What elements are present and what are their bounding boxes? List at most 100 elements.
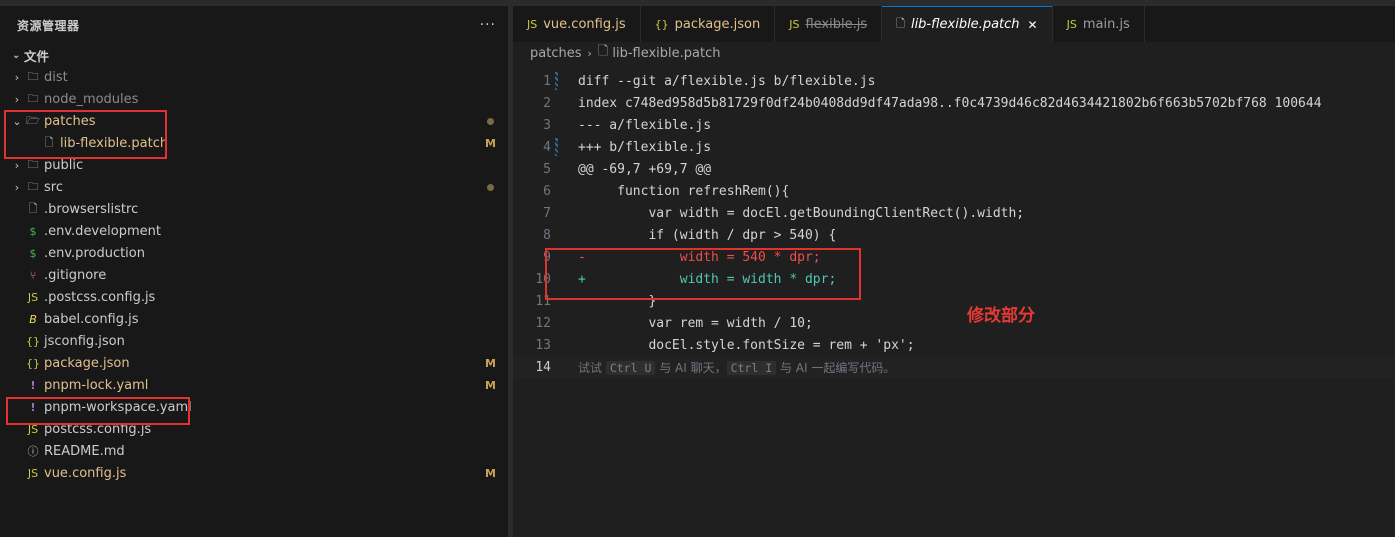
code-text: diff --git a/flexible.js b/flexible.js bbox=[578, 73, 876, 89]
tree-item[interactable]: ⑂ .gitignore bbox=[0, 264, 508, 286]
code-line: 8 if (width / dpr > 540) { bbox=[513, 224, 1395, 246]
git-icon: ⑂ bbox=[29, 268, 37, 282]
breadcrumb-file[interactable]: lib-flexible.patch bbox=[612, 46, 720, 61]
code-text: } bbox=[578, 293, 657, 309]
code-text: + width = width * dpr; bbox=[578, 271, 837, 287]
tree-item[interactable]: $ .env.production bbox=[0, 242, 508, 264]
tree-item[interactable]: › 🗀 public bbox=[0, 154, 508, 176]
line-number: 5 bbox=[543, 161, 551, 177]
tree-item[interactable]: ! pnpm-workspace.yaml bbox=[0, 396, 508, 418]
line-number: 3 bbox=[543, 117, 551, 133]
tree-item[interactable]: ⌄ 🗁 patches bbox=[0, 110, 508, 132]
line-number: 2 bbox=[543, 95, 551, 111]
tree-item-label: .browserslistrc bbox=[44, 201, 139, 217]
code-line: 12 var rem = width / 10; bbox=[513, 312, 1395, 334]
tree-item-label: src bbox=[44, 179, 63, 195]
folder-open-icon: 🗁 bbox=[26, 113, 40, 127]
ai-chat-hint: 试试 Ctrl U 与 AI 聊天， Ctrl I 与 AI 一起编写代码。 bbox=[578, 359, 895, 376]
code-line: 11 } bbox=[513, 290, 1395, 312]
tree-item-label: .env.development bbox=[44, 223, 161, 239]
line-number: 1 bbox=[543, 73, 551, 89]
tree-item[interactable]: › 🗀 node_modules bbox=[0, 88, 508, 110]
gutter bbox=[551, 114, 578, 136]
more-actions-icon[interactable]: ··· bbox=[480, 17, 496, 33]
gutter bbox=[551, 70, 578, 92]
json-icon: {} bbox=[26, 356, 40, 370]
tree-item[interactable]: JS postcss.config.js bbox=[0, 418, 508, 440]
javascript-icon: JS bbox=[789, 17, 800, 31]
code-text: function refreshRem(){ bbox=[578, 183, 790, 199]
workspace-root[interactable]: ⌄ 文件 bbox=[0, 44, 508, 66]
tree-item-label: .postcss.config.js bbox=[44, 289, 156, 305]
javascript-icon: JS bbox=[1066, 17, 1077, 31]
change-marker bbox=[555, 72, 558, 90]
tree-item-label: dist bbox=[44, 69, 68, 85]
gutter bbox=[551, 202, 578, 224]
explorer-header: 资源管理器 ··· bbox=[0, 6, 508, 44]
tree-item[interactable]: 🗋 .browserslistrc bbox=[0, 198, 508, 220]
change-marker bbox=[555, 138, 558, 156]
file-icon: 🗋 bbox=[28, 201, 38, 215]
code-line: 1 diff --git a/flexible.js b/flexible.js bbox=[513, 70, 1395, 92]
tree-item-label: .env.production bbox=[44, 245, 145, 261]
code-text: @@ -69,7 +69,7 @@ bbox=[578, 161, 712, 177]
code-text: --- a/flexible.js bbox=[578, 117, 712, 133]
javascript-icon: JS bbox=[27, 422, 39, 436]
file-icon: 🗋 bbox=[896, 17, 905, 30]
tree-item[interactable]: JS vue.config.js M bbox=[0, 462, 508, 484]
explorer-title: 资源管理器 bbox=[17, 18, 80, 33]
tree-item[interactable]: {} package.json M bbox=[0, 352, 508, 374]
dollar-icon: $ bbox=[29, 224, 37, 238]
gutter bbox=[551, 290, 578, 312]
gutter bbox=[551, 92, 578, 114]
tree-item[interactable]: $ .env.development bbox=[0, 220, 508, 242]
tree-item[interactable]: JS .postcss.config.js bbox=[0, 286, 508, 308]
code-text: - width = 540 * dpr; bbox=[578, 249, 821, 265]
workspace-root-label: 文件 bbox=[24, 48, 50, 64]
line-number: 7 bbox=[543, 205, 551, 221]
file-tree: › 🗀 dist › 🗀 node_modules ⌄ 🗁 patches 🗋 lib-flexib… bbox=[0, 66, 508, 484]
tab-lib-flexible-patch[interactable]: 🗋 lib-flexible.patch ✕ bbox=[882, 6, 1053, 42]
tree-item[interactable]: 🗋 lib-flexible.patch M bbox=[0, 132, 508, 154]
chevron-right-icon: › bbox=[14, 70, 20, 84]
close-icon[interactable]: ✕ bbox=[1028, 18, 1038, 32]
tab-flexible-js[interactable]: JS flexible.js bbox=[775, 6, 883, 42]
tree-item[interactable]: {} jsconfig.json bbox=[0, 330, 508, 352]
tree-item-label: public bbox=[44, 157, 84, 173]
folder-icon: 🗀 bbox=[27, 91, 39, 105]
code-line: 9 - width = 540 * dpr; bbox=[513, 246, 1395, 268]
chevron-right-icon: › bbox=[14, 158, 20, 172]
tree-item-label: pnpm-lock.yaml bbox=[44, 377, 149, 393]
git-status-badge: M bbox=[485, 136, 496, 150]
code-editor[interactable]: 1 diff --git a/flexible.js b/flexible.js 2… bbox=[513, 70, 1395, 378]
tab-vue-config-js[interactable]: JS vue.config.js bbox=[513, 6, 641, 42]
tree-item[interactable]: › 🗀 src bbox=[0, 176, 508, 198]
gutter bbox=[551, 246, 578, 268]
javascript-icon: JS bbox=[527, 17, 538, 31]
tree-item-label: patches bbox=[44, 113, 96, 129]
code-line: 7 var width = docEl.getBoundingClientRec… bbox=[513, 202, 1395, 224]
tree-item-label: postcss.config.js bbox=[44, 421, 152, 437]
tree-item[interactable]: ⓘ README.md bbox=[0, 440, 508, 462]
modified-dot-indicator bbox=[487, 117, 494, 125]
tree-item-label: node_modules bbox=[44, 91, 139, 107]
tree-item[interactable]: › 🗀 dist bbox=[0, 66, 508, 88]
hint-text: 试试 bbox=[578, 360, 606, 375]
folder-icon: 🗀 bbox=[27, 179, 39, 193]
json-icon: {} bbox=[26, 334, 40, 348]
line-number: 10 bbox=[535, 271, 551, 287]
tab-package-json[interactable]: {} package.json bbox=[641, 6, 776, 42]
gutter bbox=[551, 158, 578, 180]
breadcrumb-folder[interactable]: patches bbox=[530, 46, 581, 61]
tree-item[interactable]: ! pnpm-lock.yaml M bbox=[0, 374, 508, 396]
keyboard-shortcut: Ctrl I bbox=[726, 360, 777, 375]
gutter bbox=[551, 136, 578, 158]
javascript-icon: JS bbox=[27, 290, 39, 304]
tab-label: package.json bbox=[674, 16, 761, 32]
tree-item[interactable]: Bbabel.config.js bbox=[0, 308, 508, 330]
code-line: 3 --- a/flexible.js bbox=[513, 114, 1395, 136]
current-line[interactable]: 14 试试 Ctrl U 与 AI 聊天， Ctrl I 与 AI 一起编写代码。 bbox=[513, 356, 1395, 378]
tree-item-label: README.md bbox=[44, 443, 125, 459]
tab-main-js[interactable]: JS main.js bbox=[1053, 6, 1145, 42]
gutter bbox=[551, 180, 578, 202]
